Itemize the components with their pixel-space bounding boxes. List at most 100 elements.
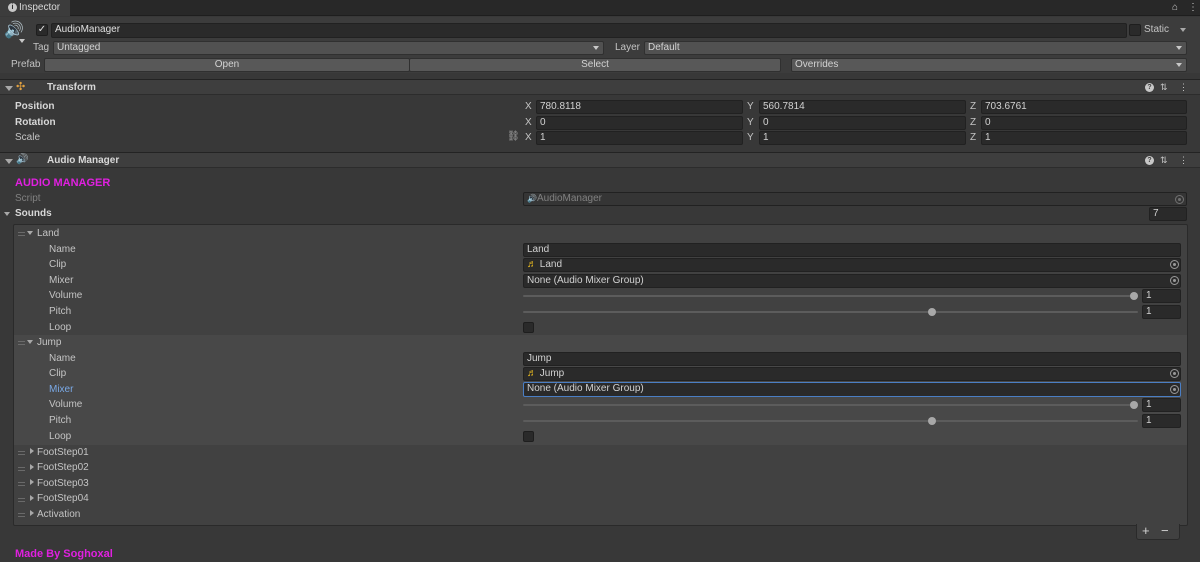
position-y-field[interactable]: 560.7814 xyxy=(759,100,966,114)
drag-handle-icon[interactable] xyxy=(18,482,25,486)
audio-manager-header[interactable] xyxy=(0,152,1200,168)
drag-handle-icon[interactable] xyxy=(18,232,25,236)
position-x-label[interactable]: X xyxy=(525,101,532,113)
static-checkbox[interactable] xyxy=(1129,24,1141,36)
volume-value-field[interactable]: 1 xyxy=(1142,398,1181,412)
component-menu-icon[interactable]: ⋮ xyxy=(1179,82,1188,92)
sound-clip-field[interactable]: ♬ Jump xyxy=(523,367,1181,381)
layer-dropdown[interactable]: Default xyxy=(644,41,1187,55)
volume-slider-knob[interactable] xyxy=(1130,401,1138,409)
prefab-select-button[interactable]: Select xyxy=(409,58,781,72)
rotation-z-field[interactable]: 0 xyxy=(981,116,1187,130)
constrain-proportions-icon[interactable]: ⛓ xyxy=(507,131,520,142)
sound-element-label[interactable]: Land xyxy=(37,228,59,240)
inspector-tab[interactable]: i Inspector xyxy=(0,0,70,16)
remove-element-button[interactable]: − xyxy=(1161,524,1169,538)
sounds-count-field[interactable]: 7 xyxy=(1149,207,1187,221)
pitch-slider-knob[interactable] xyxy=(928,308,936,316)
pitch-slider-track[interactable] xyxy=(523,311,1138,313)
scale-x-field[interactable]: 1 xyxy=(536,131,743,145)
drag-handle-icon[interactable] xyxy=(18,498,25,502)
drag-handle-icon[interactable] xyxy=(18,451,25,455)
prefab-overrides-dropdown[interactable]: Overrides xyxy=(791,58,1187,72)
drag-handle-icon[interactable] xyxy=(18,513,25,517)
volume-slider-track[interactable] xyxy=(523,404,1138,406)
pitch-value-field[interactable]: 1 xyxy=(1142,305,1181,319)
script-target-icon[interactable] xyxy=(1175,195,1184,204)
expand-arrow-icon[interactable] xyxy=(30,510,34,516)
clip-target-icon[interactable] xyxy=(1170,369,1179,378)
help-icon[interactable]: ? xyxy=(1145,156,1154,165)
transform-icon: ✣ xyxy=(16,81,26,93)
mixer-target-icon[interactable] xyxy=(1170,385,1179,394)
scale-z-field[interactable]: 1 xyxy=(981,131,1187,145)
volume-slider-track[interactable] xyxy=(523,295,1138,297)
sounds-label: Sounds xyxy=(15,208,52,219)
rotation-y-label[interactable]: Y xyxy=(747,117,754,129)
pitch-value-field[interactable]: 1 xyxy=(1142,414,1181,428)
scale-y-field[interactable]: 1 xyxy=(759,131,966,145)
script-field[interactable]: 🔊AudioManager xyxy=(523,192,1187,206)
sound-mixer-field[interactable]: None (Audio Mixer Group) xyxy=(523,274,1181,288)
position-z-label[interactable]: Z xyxy=(970,101,976,113)
scale-y-label[interactable]: Y xyxy=(747,132,754,144)
expand-arrow-icon[interactable] xyxy=(30,479,34,485)
sound-element-label[interactable]: FootStep02 xyxy=(37,462,89,474)
scale-z-label[interactable]: Z xyxy=(970,132,976,144)
drag-handle-icon[interactable] xyxy=(18,341,25,345)
rotation-z-label[interactable]: Z xyxy=(970,117,976,129)
pitch-slider-track[interactable] xyxy=(523,420,1138,422)
mixer-target-icon[interactable] xyxy=(1170,276,1179,285)
rotation-x-field[interactable]: 0 xyxy=(536,116,743,130)
sound-element-label[interactable]: Activation xyxy=(37,509,80,521)
land-foldout-arrow-icon[interactable] xyxy=(27,231,33,235)
position-y-label[interactable]: Y xyxy=(747,101,754,113)
sound-element-label[interactable]: Jump xyxy=(37,337,61,349)
component-menu-icon[interactable]: ⋮ xyxy=(1179,155,1188,165)
clip-target-icon[interactable] xyxy=(1170,260,1179,269)
pitch-slider-knob[interactable] xyxy=(928,417,936,425)
kebab-menu-icon[interactable]: ⋮ xyxy=(1188,2,1198,13)
sound-element-label[interactable]: FootStep01 xyxy=(37,447,89,459)
presets-icon[interactable]: ⇅ xyxy=(1160,155,1168,165)
expand-arrow-icon[interactable] xyxy=(30,495,34,501)
active-checkbox[interactable]: ✓ xyxy=(36,24,48,36)
clip-value: Jump xyxy=(539,368,565,379)
expand-arrow-icon[interactable] xyxy=(30,448,34,454)
gameobject-name-field[interactable]: AudioManager xyxy=(51,23,1127,38)
rotation-y-field[interactable]: 0 xyxy=(759,116,966,130)
tag-dropdown[interactable]: Untagged xyxy=(53,41,604,55)
loop-checkbox[interactable] xyxy=(523,322,534,333)
sound-clip-field[interactable]: ♬ Land xyxy=(523,258,1181,272)
expand-arrow-icon[interactable] xyxy=(30,464,34,470)
sound-mixer-field-focused[interactable]: None (Audio Mixer Group) xyxy=(523,382,1181,397)
help-icon[interactable]: ? xyxy=(1145,83,1154,92)
drag-handle-icon[interactable] xyxy=(18,467,25,471)
sound-element-label[interactable]: FootStep03 xyxy=(37,478,89,490)
icon-dropdown-arrow-icon[interactable] xyxy=(19,39,25,43)
sound-element-label[interactable]: FootStep04 xyxy=(37,493,89,505)
add-element-button[interactable]: + xyxy=(1142,524,1150,538)
scale-x-label[interactable]: X xyxy=(525,132,532,144)
lock-icon[interactable]: ⌂ xyxy=(1172,2,1178,13)
name-label: Name xyxy=(49,244,76,255)
volume-slider-knob[interactable] xyxy=(1130,292,1138,300)
rotation-x-label[interactable]: X xyxy=(525,117,532,129)
transform-header[interactable] xyxy=(0,79,1200,95)
position-x-field[interactable]: 780.8118 xyxy=(536,100,743,114)
sound-name-field[interactable]: Land xyxy=(523,243,1181,257)
sound-name-field[interactable]: Jump xyxy=(523,352,1181,366)
audio-manager-foldout-arrow-icon[interactable] xyxy=(5,159,13,164)
rotation-label: Rotation xyxy=(15,117,56,128)
presets-icon[interactable]: ⇅ xyxy=(1160,82,1168,92)
position-z-field[interactable]: 703.6761 xyxy=(981,100,1187,114)
sounds-foldout-arrow-icon[interactable] xyxy=(4,212,10,216)
audio-manager-title: Audio Manager xyxy=(47,155,120,166)
static-dropdown-arrow-icon[interactable] xyxy=(1180,28,1186,32)
loop-checkbox[interactable] xyxy=(523,431,534,442)
audio-manager-header-text: AUDIO MANAGER xyxy=(15,177,111,189)
volume-value-field[interactable]: 1 xyxy=(1142,289,1181,303)
prefab-open-button[interactable]: Open xyxy=(44,58,410,72)
jump-foldout-arrow-icon[interactable] xyxy=(27,340,33,344)
transform-foldout-arrow-icon[interactable] xyxy=(5,86,13,91)
